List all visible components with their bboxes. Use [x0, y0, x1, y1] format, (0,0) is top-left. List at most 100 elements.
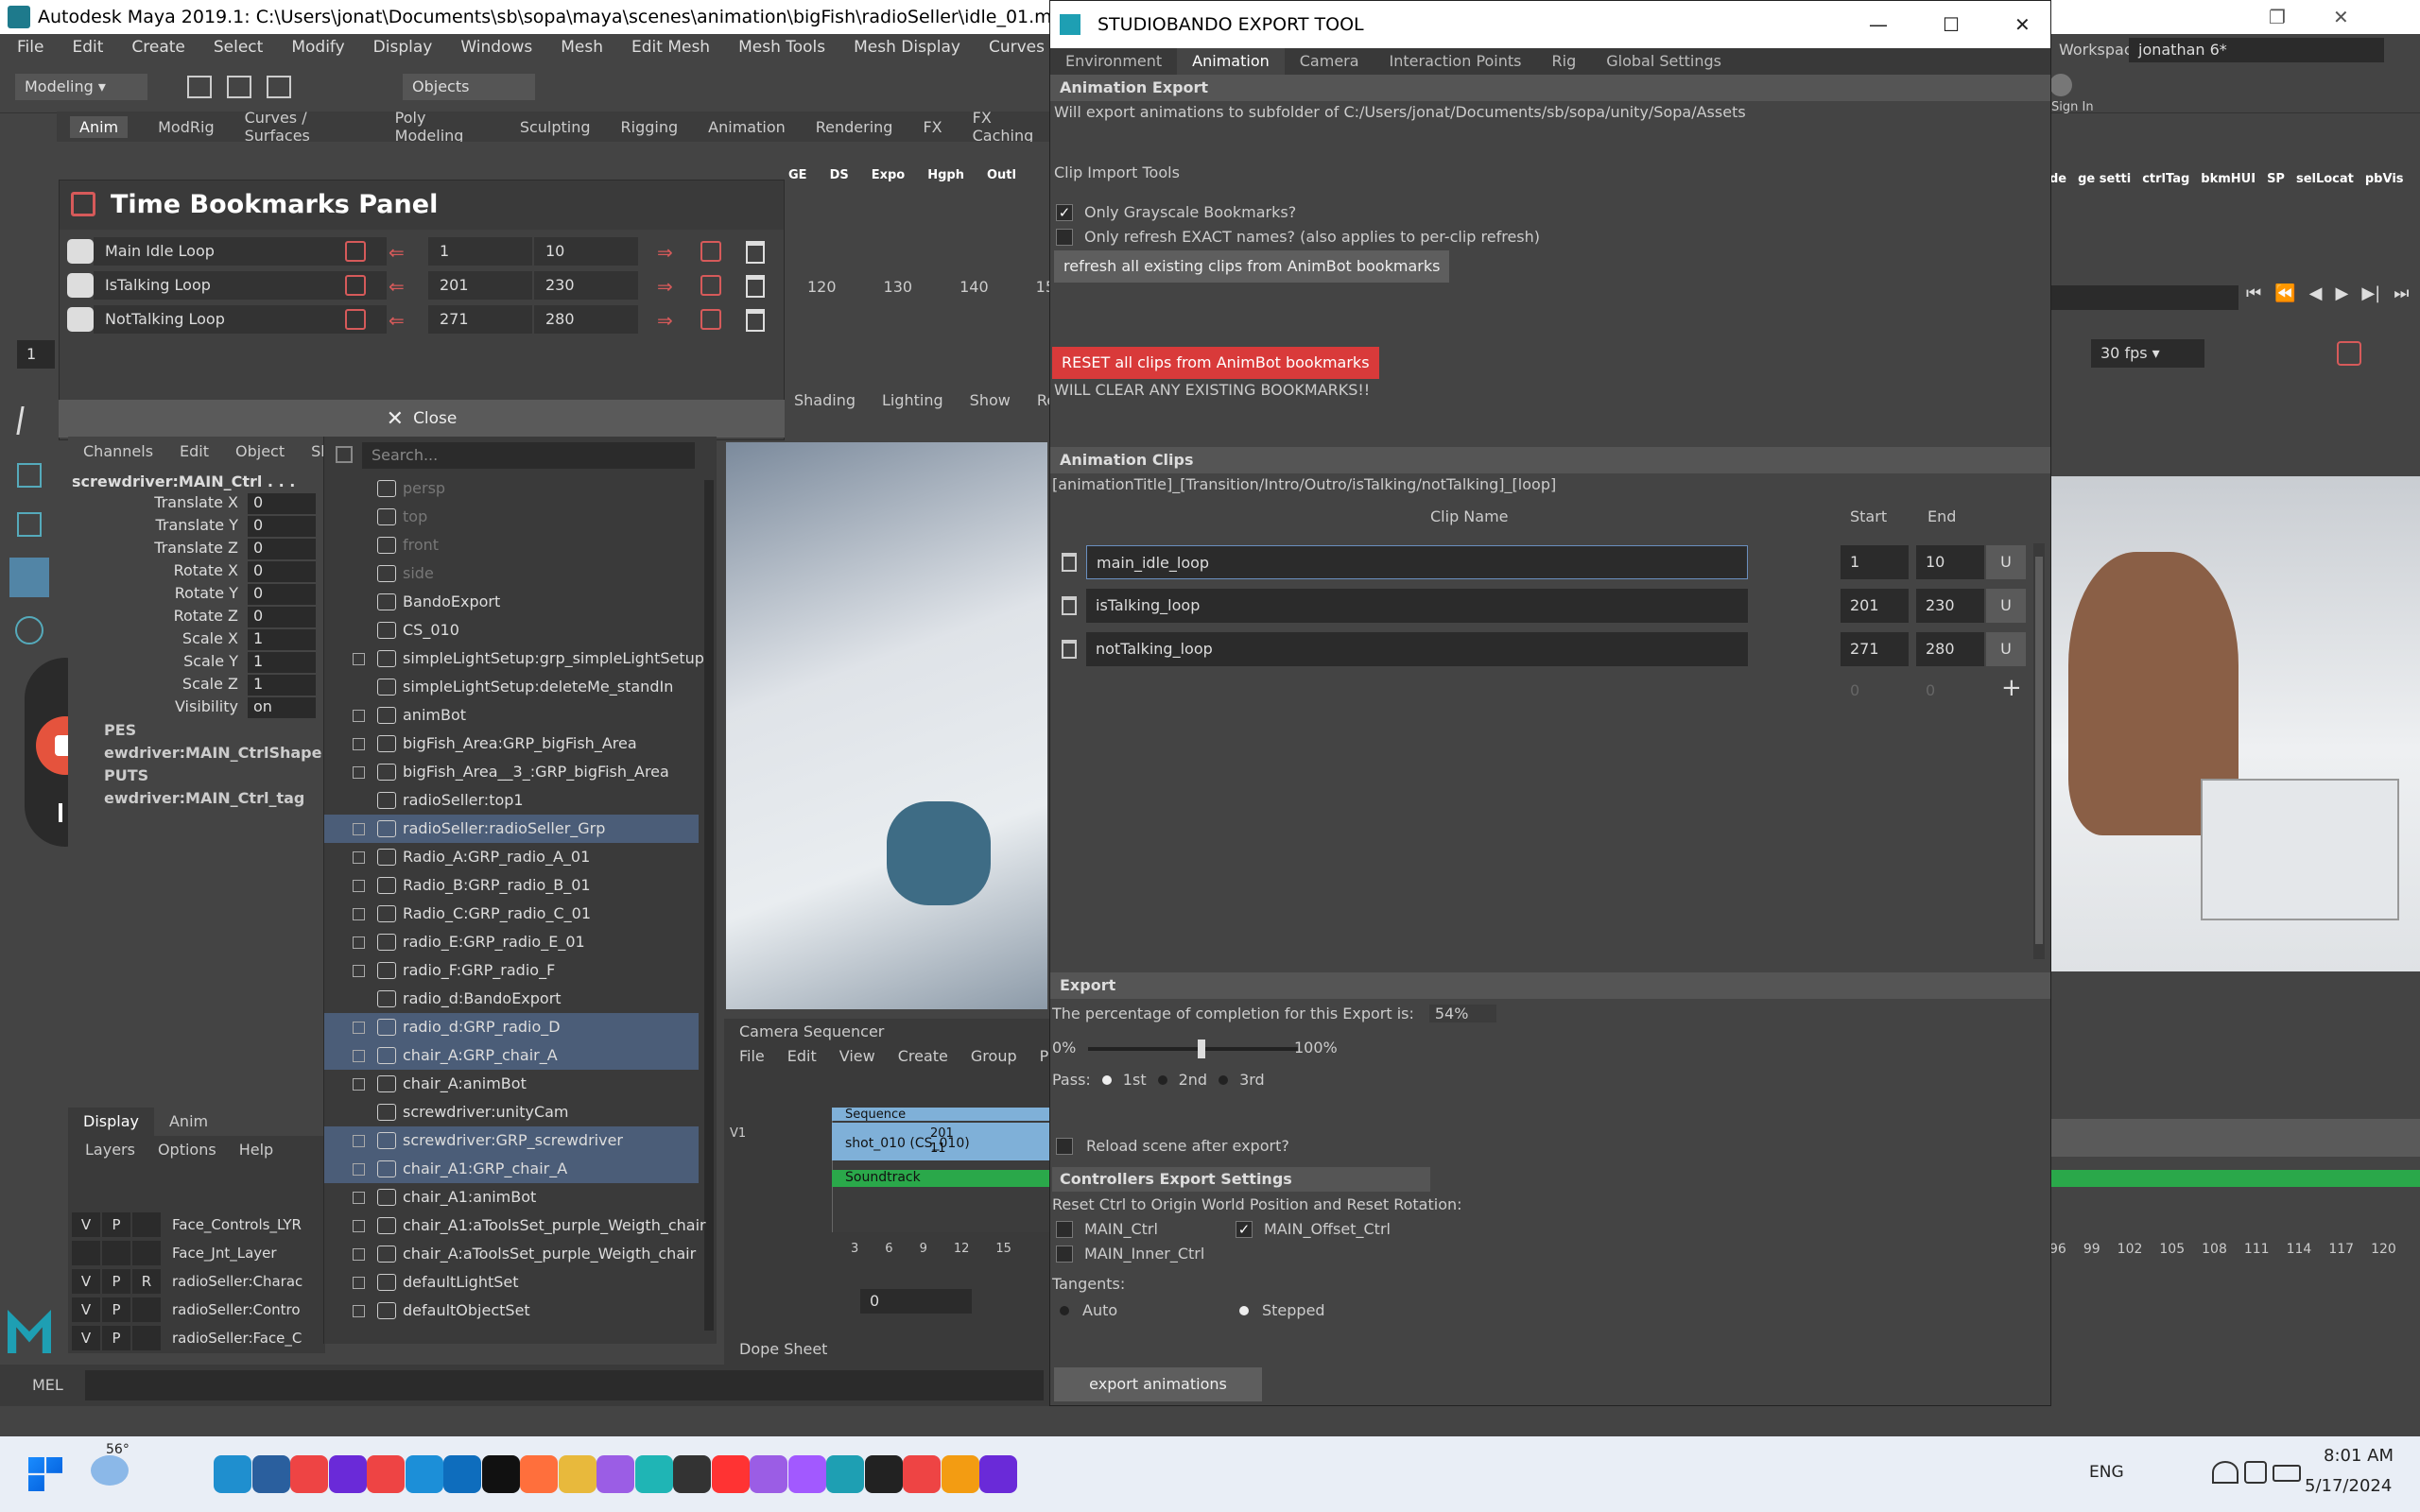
- outliner-item[interactable]: persp: [324, 474, 699, 503]
- layer-p-toggle[interactable]: P: [102, 1326, 130, 1350]
- shelf-button-label[interactable]: bkmHUI: [2201, 172, 2256, 186]
- channel-menu-edit[interactable]: Edit: [180, 442, 209, 460]
- channel-row[interactable]: Rotate Z 0: [72, 607, 325, 629]
- bookmark-select-icon[interactable]: [700, 309, 721, 330]
- sequencer-menu-item[interactable]: View: [839, 1047, 875, 1065]
- outliner-item[interactable]: defaultObjectSet: [324, 1297, 699, 1325]
- taskbar-app-icon[interactable]: [634, 1455, 673, 1493]
- shelf-button-label[interactable]: DS: [830, 168, 849, 182]
- outliner-item[interactable]: screwdriver:unityCam: [324, 1098, 699, 1126]
- layer-name[interactable]: Face_Jnt_Layer: [172, 1245, 277, 1262]
- update-clip-button[interactable]: U: [1986, 589, 2026, 623]
- shelf-tab-animation[interactable]: Animation: [708, 118, 786, 136]
- menu-modify[interactable]: Modify: [291, 38, 344, 57]
- bookmark-start[interactable]: 1: [428, 237, 532, 266]
- outliner-item[interactable]: radioSeller:radioSeller_Grp: [324, 815, 699, 843]
- only-grayscale-option[interactable]: ✓ Only Grayscale Bookmarks?: [1056, 203, 1296, 221]
- layer-p-toggle[interactable]: [102, 1241, 130, 1265]
- step-forward-icon[interactable]: ▶|: [2361, 284, 2380, 303]
- shelf-button-label[interactable]: Expo: [872, 168, 906, 182]
- layer-v-toggle[interactable]: V: [72, 1269, 100, 1294]
- layer-tab-display[interactable]: Display: [68, 1108, 154, 1136]
- bookmark-start[interactable]: 201: [428, 271, 532, 300]
- menu-edit[interactable]: Edit: [72, 38, 103, 57]
- expand-icon[interactable]: [353, 1277, 365, 1289]
- pass-option-label[interactable]: 2nd: [1179, 1071, 1207, 1089]
- taskbar-app-icon[interactable]: [787, 1455, 826, 1493]
- outliner-item[interactable]: chair_A:GRP_chair_A: [324, 1041, 699, 1070]
- menu-curves[interactable]: Curves: [989, 38, 1045, 57]
- channel-row[interactable]: Scale X 1: [72, 629, 325, 652]
- shelf-button-label[interactable]: GE: [788, 168, 807, 182]
- close-button[interactable]: ✕ Close: [59, 400, 785, 438]
- sequencer-menu-item[interactable]: Create: [898, 1047, 948, 1065]
- bookmark-name[interactable]: IsTalking Loop: [94, 271, 387, 300]
- wifi-icon[interactable]: [2212, 1461, 2238, 1484]
- viewport-menu-item[interactable]: Lighting: [882, 391, 943, 409]
- clips-scrollbar[interactable]: [2033, 543, 2045, 959]
- bookmark-key-icon[interactable]: [345, 275, 366, 296]
- clock-time[interactable]: 8:01 AM: [2324, 1446, 2394, 1466]
- outliner-item[interactable]: chair_A1:animBot: [324, 1183, 699, 1211]
- shelf-button-label[interactable]: ctrlTag: [2142, 172, 2189, 186]
- weather-icon[interactable]: [91, 1455, 129, 1486]
- layer-p-toggle[interactable]: P: [102, 1212, 130, 1237]
- expand-icon[interactable]: [353, 1050, 365, 1062]
- clips-scroll-thumb[interactable]: [2035, 557, 2043, 944]
- channel-value[interactable]: 0: [248, 584, 316, 605]
- layer-row[interactable]: V PradioSeller:Contro: [72, 1297, 320, 1323]
- taskbar-app-icon[interactable]: [290, 1455, 328, 1493]
- bookmark-delete-icon[interactable]: [746, 309, 765, 332]
- clip-start-input[interactable]: 1: [1841, 545, 1909, 579]
- go-end-icon[interactable]: ⏭: [2394, 284, 2409, 303]
- channel-value[interactable]: 0: [248, 561, 316, 582]
- sequencer-menu-item[interactable]: File: [739, 1047, 765, 1065]
- ctrl-option[interactable]: MAIN_Inner_Ctrl: [1056, 1245, 1204, 1263]
- bookmark-color-swatch[interactable]: [67, 273, 94, 298]
- go-start-icon[interactable]: ⏮: [2246, 284, 2261, 303]
- bookmark-delete-icon[interactable]: [746, 241, 765, 264]
- dope-sheet-tab[interactable]: Dope Sheet: [739, 1340, 827, 1358]
- auto-key-icon[interactable]: [2337, 341, 2361, 366]
- taskbar-app-icon[interactable]: [520, 1455, 558, 1493]
- mel-input[interactable]: [85, 1370, 1044, 1400]
- layer-row[interactable]: V P RradioSeller:Charac: [72, 1268, 320, 1295]
- shelf-tab-modrig[interactable]: ModRig: [158, 118, 214, 136]
- expand-icon[interactable]: [353, 738, 365, 750]
- ctrl-option[interactable]: ✓ MAIN_Offset_Ctrl: [1236, 1220, 1391, 1238]
- menu-mesh-tools[interactable]: Mesh Tools: [738, 38, 825, 57]
- taskbar-app-icon[interactable]: [711, 1455, 750, 1493]
- channel-value[interactable]: 1: [248, 652, 316, 673]
- expand-icon[interactable]: [353, 1305, 365, 1317]
- battery-icon[interactable]: [2273, 1465, 2301, 1482]
- shelf-button-label[interactable]: selLocat: [2296, 172, 2354, 186]
- shelf-button-label[interactable]: ge setti: [2078, 172, 2131, 186]
- set-start-arrow-icon[interactable]: ⇐: [389, 241, 405, 264]
- bookmark-key-icon[interactable]: [345, 309, 366, 330]
- layer-tab-anim[interactable]: Anim: [154, 1108, 223, 1136]
- new-scene-icon[interactable]: [187, 76, 212, 98]
- menu-create[interactable]: Create: [131, 38, 185, 57]
- channel-row[interactable]: Translate Y 0: [72, 516, 325, 539]
- clip-name-input[interactable]: main_idle_loop: [1086, 545, 1748, 579]
- layer-v-toggle[interactable]: [72, 1241, 100, 1265]
- channel-value[interactable]: 1: [248, 629, 316, 650]
- outliner-item[interactable]: chair_A:animBot: [324, 1070, 699, 1098]
- taskbar-app-icon[interactable]: [214, 1455, 251, 1493]
- outliner-item[interactable]: Radio_A:GRP_radio_A_01: [324, 843, 699, 871]
- menu-windows[interactable]: Windows: [460, 38, 532, 57]
- expand-icon[interactable]: [353, 1248, 365, 1261]
- layer-r-toggle[interactable]: [132, 1241, 161, 1265]
- update-clip-button[interactable]: U: [1986, 632, 2026, 666]
- pass-radio[interactable]: [1101, 1074, 1112, 1085]
- taskbar-app-icon[interactable]: [251, 1455, 290, 1493]
- outliner-item[interactable]: chair_A1:GRP_chair_A: [324, 1155, 699, 1183]
- outliner-item[interactable]: simpleLightSetup:grp_simpleLightSetup: [324, 644, 704, 673]
- taskbar-app-icon[interactable]: [443, 1455, 481, 1493]
- menu-mesh[interactable]: Mesh: [561, 38, 603, 57]
- outliner-item[interactable]: chair_A1:aToolsSet_purple_Weigth_chair: [324, 1211, 706, 1240]
- channel-row[interactable]: Scale Y 1: [72, 652, 325, 675]
- select-tool-icon[interactable]: [16, 406, 44, 435]
- shelf-tab-fx-caching[interactable]: FX Caching: [973, 109, 1049, 145]
- step-back-icon[interactable]: ◀: [2309, 284, 2323, 303]
